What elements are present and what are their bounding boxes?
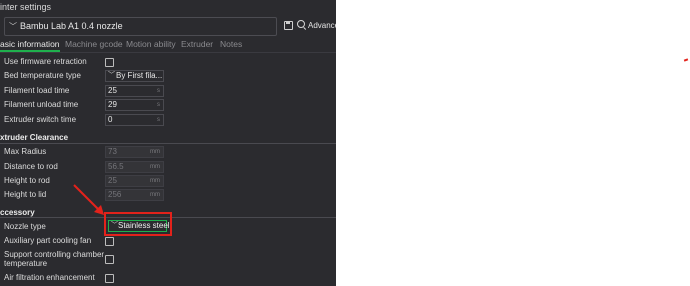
annotation-highlight-box	[104, 212, 172, 236]
chamber-temp-label-line1: Support controlling chamber	[4, 250, 105, 259]
height-to-lid-value: 256	[108, 190, 122, 199]
max-radius-input: 73 mm	[105, 146, 164, 158]
chevron-down-icon: ﹀	[108, 72, 115, 79]
filament-unload-time-label: Filament unload time	[4, 100, 79, 109]
extruder-switch-time-label: Extruder switch time	[4, 115, 77, 124]
bed-temperature-type-label: Bed temperature type	[4, 71, 81, 80]
printer-settings-panel: inter settings ﹀ Bambu Lab A1 0.4 nozzle…	[0, 0, 336, 286]
filament-load-time-input[interactable]: 25 s	[105, 85, 164, 97]
filament-unload-time-value: 29	[108, 100, 117, 109]
advanced-toggle-label[interactable]: Advanced	[308, 21, 336, 30]
filament-load-time-label: Filament load time	[4, 86, 70, 95]
filament-load-time-value: 25	[108, 86, 117, 95]
distance-to-rod-input: 56.5 mm	[105, 161, 164, 173]
tab-basic-information[interactable]: asic information	[0, 39, 60, 49]
distance-to-rod-value: 56.5	[108, 162, 124, 171]
bed-temperature-type-value: By First fila...	[116, 71, 163, 80]
distance-to-rod-label: Distance to rod	[4, 162, 58, 171]
unit-label: mm	[150, 178, 160, 184]
max-radius-label: Max Radius	[4, 147, 47, 156]
extruder-clearance-heading: xtruder Clearance	[0, 133, 69, 142]
height-to-rod-label: Height to rod	[4, 176, 50, 185]
tabs-divider	[0, 52, 336, 53]
unit-label: s	[157, 88, 160, 94]
unit-label: mm	[150, 149, 160, 155]
unit-label: mm	[150, 192, 160, 198]
nozzle-type-label: Nozzle type	[4, 222, 46, 231]
tab-extruder[interactable]: Extruder	[181, 39, 213, 49]
search-icon[interactable]	[297, 20, 305, 28]
tab-notes[interactable]: Notes	[220, 39, 242, 49]
unit-label: s	[157, 117, 160, 123]
extruder-switch-time-value: 0	[108, 115, 113, 124]
save-icon[interactable]	[284, 21, 293, 30]
chevron-down-icon: ﹀	[9, 22, 17, 31]
tab-machine-gcode[interactable]: Machine gcode	[65, 39, 123, 49]
filament-unload-time-input[interactable]: 29 s	[105, 99, 164, 111]
firmware-retraction-label: Use firmware retraction	[4, 57, 87, 66]
preset-name: Bambu Lab A1 0.4 nozzle	[20, 21, 123, 31]
accessory-heading: ccessory	[0, 208, 35, 217]
window-title: inter settings	[0, 2, 52, 12]
section-divider	[0, 143, 336, 144]
annotation-mark	[683, 58, 689, 62]
chamber-temp-checkbox[interactable]	[105, 255, 114, 264]
firmware-retraction-checkbox[interactable]	[105, 58, 114, 67]
unit-label: s	[157, 102, 160, 108]
aux-fan-checkbox[interactable]	[105, 237, 114, 246]
height-to-lid-input: 256 mm	[105, 189, 164, 201]
height-to-lid-label: Height to lid	[4, 190, 47, 199]
tab-motion-ability[interactable]: Motion ability	[126, 39, 176, 49]
air-filtration-checkbox[interactable]	[105, 274, 114, 283]
unit-label: mm	[150, 164, 160, 170]
extruder-switch-time-input[interactable]: 0 s	[105, 114, 164, 126]
max-radius-value: 73	[108, 147, 117, 156]
height-to-rod-input: 25 mm	[105, 175, 164, 187]
air-filtration-label: Air filtration enhancement	[4, 273, 95, 282]
aux-fan-label: Auxiliary part cooling fan	[4, 236, 92, 245]
chamber-temp-label-line2: temperature	[4, 259, 48, 268]
bed-temperature-type-select[interactable]: ﹀ By First fila...	[105, 70, 164, 82]
